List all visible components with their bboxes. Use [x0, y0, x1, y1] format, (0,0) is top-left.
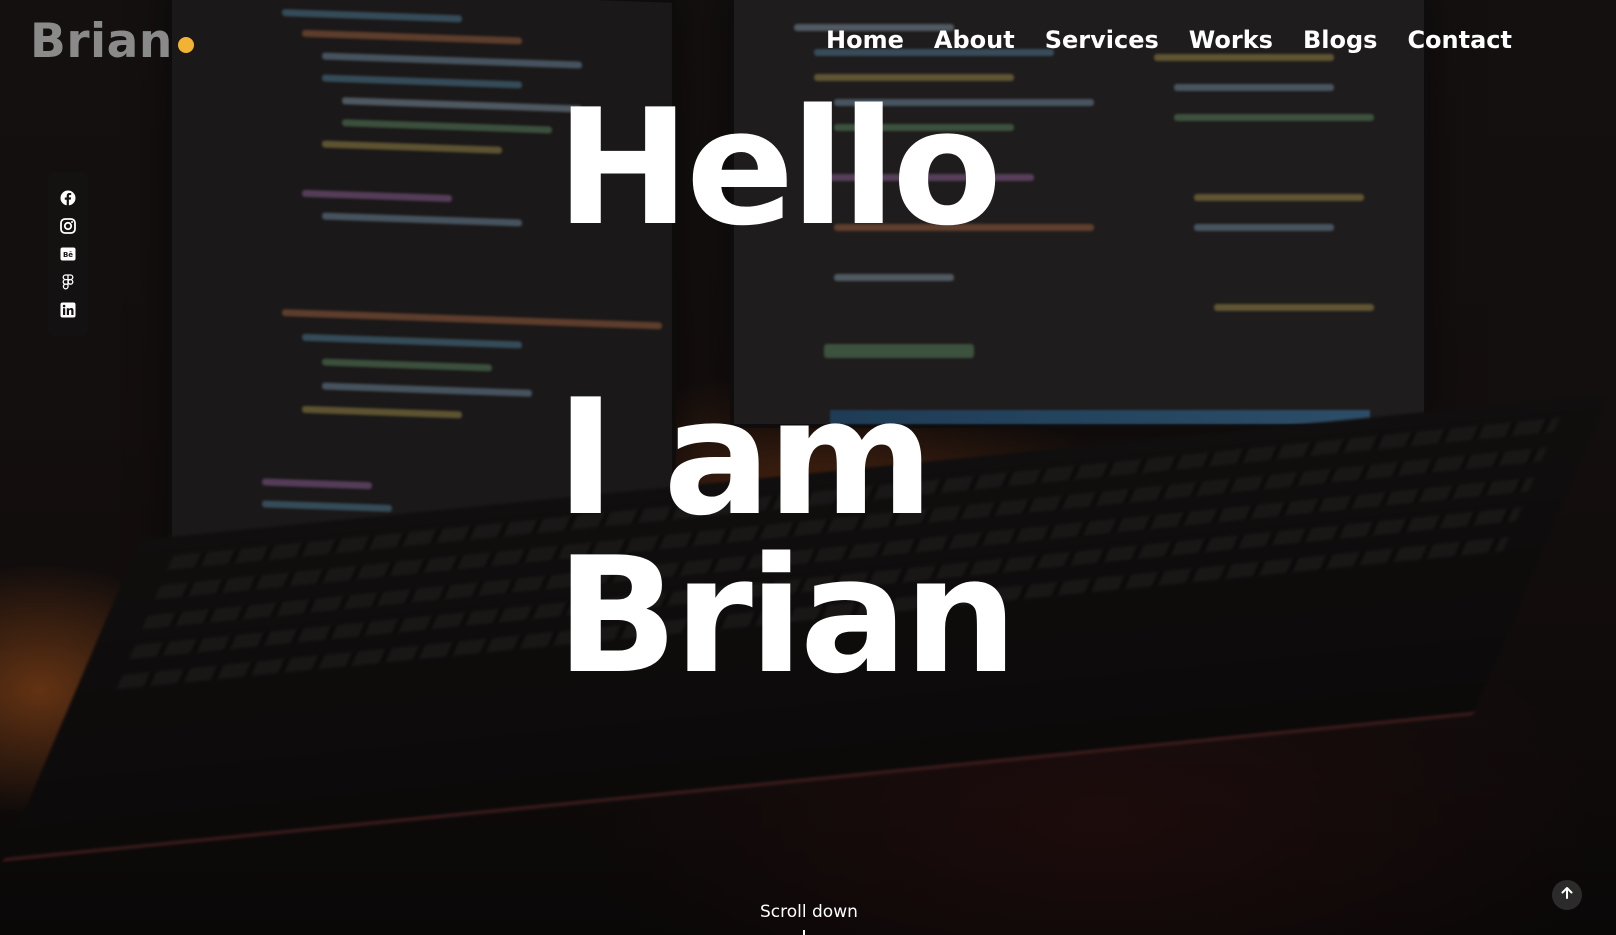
figma-icon[interactable] [60, 274, 76, 290]
linkedin-icon[interactable] [60, 302, 76, 318]
hero-greeting: Hello [556, 74, 1002, 261]
brand-logo[interactable]: Brian [30, 12, 194, 72]
nav-item-contact[interactable]: Contact [1407, 22, 1512, 58]
page: Brian Home About Services Works Blogs Co… [0, 0, 1616, 935]
nav-item-services[interactable]: Services [1045, 22, 1159, 58]
brand-dot [177, 37, 194, 53]
arrow-up-icon [1560, 886, 1574, 905]
scroll-indicator [803, 930, 805, 935]
nav-item-blogs[interactable]: Blogs [1303, 22, 1377, 58]
behance-icon[interactable]: Bē [60, 246, 76, 262]
scroll-down-link[interactable]: Scroll down [760, 902, 858, 922]
nav-item-about[interactable]: About [934, 22, 1015, 58]
hero-intro: I am [556, 364, 934, 551]
hero-name: Brian [556, 522, 1018, 709]
facebook-icon[interactable] [60, 190, 76, 206]
main-nav: Home About Services Works Blogs Contact [796, 22, 1512, 58]
social-links: Bē [48, 172, 88, 336]
instagram-icon[interactable] [60, 218, 76, 234]
svg-text:Bē: Bē [63, 251, 73, 259]
back-to-top-button[interactable] [1552, 880, 1582, 910]
brand-name: Brian [30, 14, 173, 69]
nav-item-home[interactable]: Home [826, 22, 904, 58]
nav-item-works[interactable]: Works [1189, 22, 1273, 58]
